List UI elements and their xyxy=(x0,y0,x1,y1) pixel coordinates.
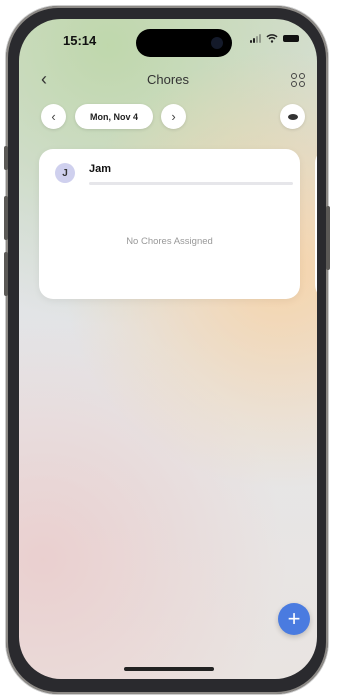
volume-up-button xyxy=(4,196,8,240)
empty-state-text: No Chores Assigned xyxy=(126,236,213,247)
avatar: J xyxy=(55,163,75,183)
member-name: Jam xyxy=(89,163,112,175)
date-selector: ‹ Mon, Nov 4 › xyxy=(19,104,317,136)
nav-bar: ‹ Chores xyxy=(19,69,317,93)
wifi-icon xyxy=(266,34,278,43)
camera-icon xyxy=(211,37,223,49)
next-day-button[interactable]: › xyxy=(161,104,186,129)
page-title: Chores xyxy=(147,72,189,87)
cellular-signal-icon xyxy=(250,33,261,43)
home-indicator[interactable] xyxy=(124,667,214,671)
grid-dots-icon[interactable] xyxy=(291,73,305,87)
battery-icon xyxy=(283,34,299,42)
member-card-partial[interactable]: N xyxy=(315,149,317,299)
previous-day-button[interactable]: ‹ xyxy=(41,104,66,129)
plus-icon: + xyxy=(287,606,301,631)
dynamic-island xyxy=(136,29,232,57)
member-card[interactable]: J Jam No Chores Assigned xyxy=(39,149,300,299)
volume-down-button xyxy=(4,252,8,296)
status-icons xyxy=(250,33,299,43)
visibility-toggle[interactable] xyxy=(280,104,305,129)
side-button xyxy=(326,206,330,270)
mute-switch xyxy=(4,146,8,170)
add-chore-button[interactable]: + xyxy=(278,603,310,635)
status-time: 15:14 xyxy=(63,33,97,48)
eye-icon xyxy=(287,113,298,120)
chore-progress-bar xyxy=(89,182,293,185)
date-label[interactable]: Mon, Nov 4 xyxy=(75,104,153,129)
app-screen: 15:14 ‹ Chores ‹ Mon, Nov 4 › J Jam No C… xyxy=(19,19,317,679)
